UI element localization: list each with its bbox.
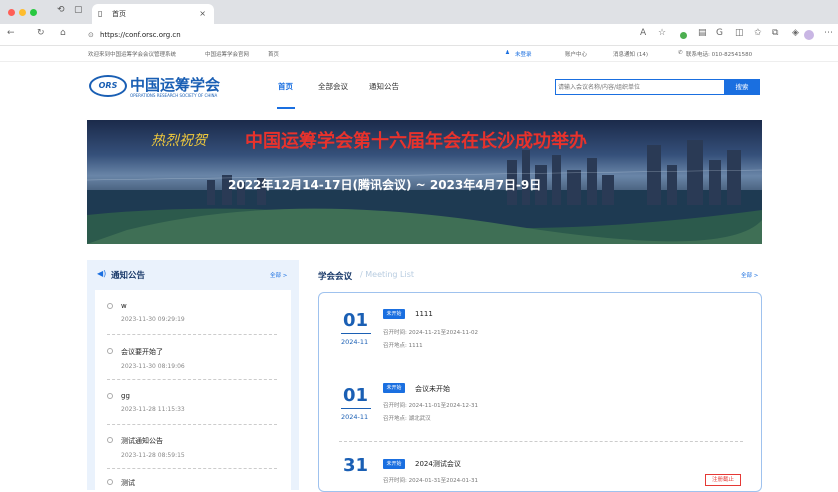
account-center-link[interactable]: 账户中心 (565, 50, 587, 58)
welcome-link[interactable]: 欢迎来到中国运筹学会会议管理系统 (88, 50, 176, 58)
search-button[interactable]: 搜索 (724, 79, 760, 95)
search-input[interactable] (558, 81, 721, 93)
meeting-item[interactable]: 31 未开始 2024测试会议 召开时间: 2024-01-31至2024-01… (319, 445, 763, 490)
logo-title[interactable]: 中国运筹学会 (130, 74, 220, 95)
home-link[interactable]: 首页 (268, 50, 279, 58)
meetings-title: 学会会议 (318, 272, 353, 282)
back-icon[interactable]: ← (7, 28, 15, 38)
logo-subtitle: OPERATIONS RESEARCH SOCIETY OF CHINA (130, 93, 218, 98)
close-window-icon[interactable] (8, 9, 15, 16)
home-icon[interactable]: ⌂ (60, 28, 66, 38)
messages-link[interactable]: 消息通知 (14) (613, 50, 648, 58)
collections-icon[interactable]: ⧉ (772, 28, 778, 38)
notice-item[interactable]: 测试通知公告 2023-11-28 08:59:15 (107, 436, 282, 459)
status-badge: 未开始 (383, 309, 405, 319)
registration-closed-button[interactable]: 注册截止 (705, 474, 741, 486)
minimize-window-icon[interactable] (19, 9, 26, 16)
notice-item[interactable]: w 2023-11-30 09:29:19 (107, 302, 282, 323)
search-box: 搜索 (555, 79, 760, 95)
browser-tab[interactable]: ▯ 首页 × (92, 4, 214, 24)
status-badge: 未开始 (383, 459, 405, 469)
refresh-extension-icon[interactable]: G (716, 28, 723, 38)
meeting-list: 01 2024-11 未开始 1111 召开时间: 2024-11-21至202… (318, 292, 762, 492)
favorites-icon[interactable]: ✩ (754, 28, 762, 38)
split-screen-icon[interactable]: ◫ (735, 28, 744, 38)
site-top-bar: 欢迎来到中国运筹学会会议管理系统 中国运筹学会官网 首页 ♟ 未登录 账户中心 … (0, 46, 838, 62)
nav-active-indicator (277, 107, 295, 109)
more-menu-icon[interactable]: ⋯ (824, 28, 833, 38)
login-status[interactable]: 未登录 (515, 50, 532, 58)
maximize-window-icon[interactable] (30, 9, 37, 16)
banner-headline-prefix: 热烈祝贺 (151, 133, 207, 149)
notice-item[interactable]: gg 2023-11-28 11:15:33 (107, 392, 282, 413)
url-text: https://conf.orsc.org.cn (100, 31, 181, 39)
extension-icon[interactable] (680, 32, 687, 39)
favorite-star-icon[interactable]: ☆ (658, 28, 666, 38)
meeting-item[interactable]: 01 2024-11 未开始 会议未开始 召开时间: 2024-11-01至20… (319, 375, 763, 450)
site-header: ORS 中国运筹学会 OPERATIONS RESEARCH SOCIETY O… (0, 62, 838, 114)
user-icon: ♟ (505, 50, 510, 56)
page-icon: ▯ (98, 9, 103, 18)
tab-actions-icon[interactable]: ⟲ (57, 5, 65, 15)
status-badge: 未开始 (383, 383, 405, 393)
read-aloud-icon[interactable]: A (640, 28, 646, 38)
hero-banner[interactable]: 热烈祝贺 中国运筹学会第十六届年会在长沙成功举办 2022年12月14-17日(… (87, 120, 762, 244)
reload-icon[interactable]: ↻ (37, 28, 45, 38)
phone-icon: ✆ (678, 50, 683, 56)
logo-emblem[interactable]: ORS (89, 75, 127, 97)
address-bar[interactable]: ⊙ https://conf.orsc.org.cn (86, 27, 631, 43)
close-tab-icon[interactable]: × (199, 4, 206, 24)
meeting-item[interactable]: 01 2024-11 未开始 1111 召开时间: 2024-11-21至202… (319, 293, 763, 368)
nav-notices[interactable]: 通知公告 (369, 81, 399, 92)
notice-more-link[interactable]: 全部 > (270, 271, 287, 279)
banner-dates: 2022年12月14-17日(腾讯会议) ~ 2023年4月7日-9日 (228, 178, 542, 192)
tab-groups-icon[interactable]: ▢ (74, 5, 83, 15)
copilot-icon[interactable]: ◈ (792, 28, 799, 38)
notice-item[interactable]: 测试 (107, 478, 282, 488)
notice-item[interactable]: 会议要开始了 2023-11-30 08:19:06 (107, 347, 282, 370)
nav-home[interactable]: 首页 (278, 81, 293, 92)
nav-all-meetings[interactable]: 全部会议 (318, 81, 348, 92)
browser-toolbar: ← ↻ ⌂ ⊙ https://conf.orsc.org.cn A ☆ ▤ G… (0, 24, 838, 46)
meetings-more-link[interactable]: 全部 > (741, 271, 758, 279)
notice-title: 通知公告 (111, 271, 146, 281)
lock-icon: ⊙ (88, 31, 94, 39)
society-site-link[interactable]: 中国运筹学会官网 (205, 50, 249, 58)
contact-phone: 联系电话: 010-82541580 (686, 52, 753, 58)
notice-panel: ◀) 通知公告 全部 > w 2023-11-30 09:29:19 会议要开始… (87, 260, 299, 490)
speaker-icon: ◀) (97, 269, 107, 278)
browser-tab-bar: ⟲ ▢ ▯ 首页 × (0, 0, 838, 24)
profile-avatar[interactable] (804, 30, 814, 40)
tab-title: 首页 (112, 10, 126, 18)
meetings-subtitle: / Meeting List (360, 270, 415, 279)
notice-list: w 2023-11-30 09:29:19 会议要开始了 2023-11-30 … (95, 290, 291, 490)
banner-headline: 中国运筹学会第十六届年会在长沙成功举办 (245, 131, 587, 152)
reading-view-icon[interactable]: ▤ (698, 28, 707, 38)
